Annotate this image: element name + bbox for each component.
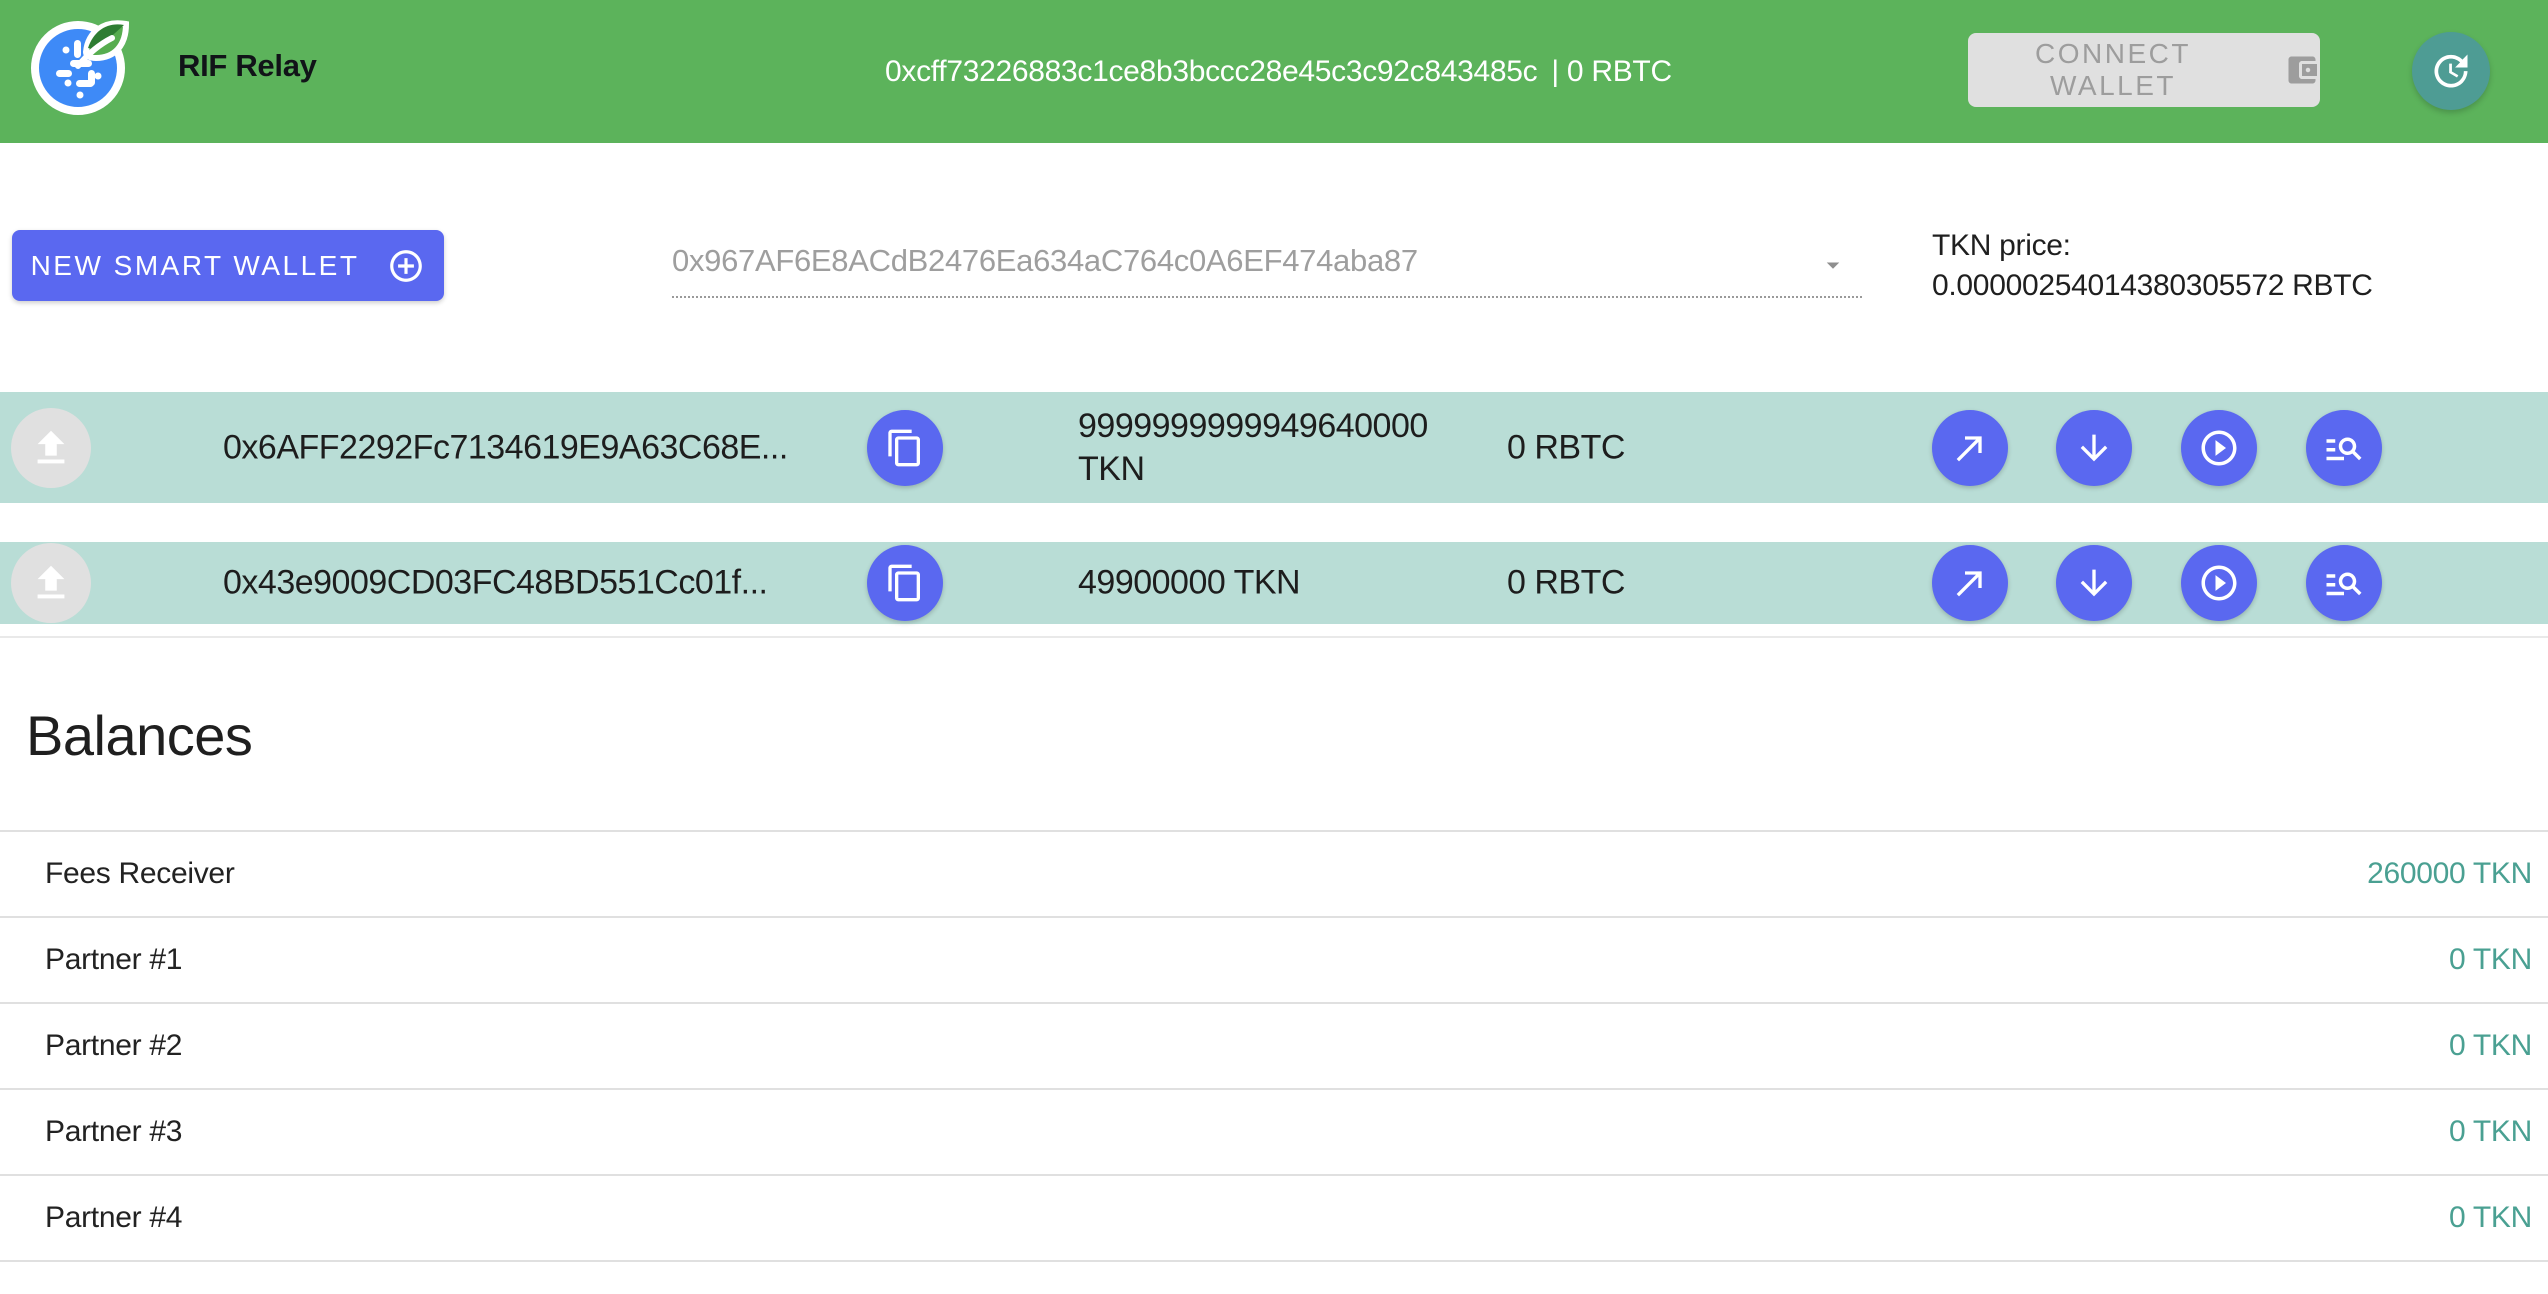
balances-title: Balances — [26, 703, 252, 768]
balance-value: 0 TKN — [2449, 1115, 2532, 1149]
deploy-wallet-button[interactable] — [11, 408, 91, 488]
balance-label: Partner #4 — [45, 1201, 182, 1235]
connect-wallet-label: CONNECT WALLET — [1968, 38, 2258, 102]
balance-label: Partner #3 — [45, 1115, 182, 1149]
transfer-button[interactable] — [1932, 410, 2008, 486]
wallet-address: 0x6AFF2292Fc7134619E9A63C68E... — [223, 428, 788, 467]
refresh-button[interactable] — [2412, 32, 2490, 110]
smart-wallet-row: 0x6AFF2292Fc7134619E9A63C68E... 99999999… — [0, 392, 2548, 503]
copy-icon — [885, 563, 925, 603]
account-balance: | 0 RBTC — [1551, 55, 1671, 89]
balance-value: 0 TKN — [2449, 1029, 2532, 1063]
wallet-token-balance: 9999999999949640000 TKN — [1078, 405, 1498, 491]
refresh-update-icon — [2429, 49, 2473, 93]
upload-deploy-icon — [28, 560, 74, 606]
play-circle-icon — [2198, 427, 2240, 469]
receive-button[interactable] — [2056, 545, 2132, 621]
app-title: RIF Relay — [178, 48, 317, 84]
app-header: RIF Relay 0xcff73226883c1ce8b3bccc28e45c… — [0, 0, 2548, 143]
connected-account: 0xcff73226883c1ce8b3bccc28e45c3c92c84348… — [885, 0, 1672, 143]
wallet-rbtc-balance: 0 RBTC — [1507, 564, 1625, 603]
account-address: 0xcff73226883c1ce8b3bccc28e45c3c92c84348… — [885, 55, 1537, 89]
arrow-down-icon — [2074, 563, 2114, 603]
relay-search-button[interactable] — [2306, 545, 2382, 621]
transfer-button[interactable] — [1932, 545, 2008, 621]
smart-wallet-select[interactable]: 0x967AF6E8ACdB2476Ea634aC764c0A6EF474aba… — [672, 226, 1862, 298]
wallet-address: 0x43e9009CD03FC48BD551Cc01f... — [223, 564, 767, 603]
connect-wallet-button[interactable]: CONNECT WALLET — [1968, 33, 2320, 107]
rif-logo-icon — [30, 14, 134, 118]
selected-wallet-address: 0x967AF6E8ACdB2476Ea634aC764c0A6EF474aba… — [672, 243, 1418, 279]
chevron-down-icon — [1818, 250, 1848, 280]
manage-search-icon — [2323, 427, 2365, 469]
arrow-up-right-icon — [1950, 428, 1990, 468]
copy-icon — [885, 428, 925, 468]
section-divider — [0, 636, 2548, 638]
table-row: Partner #2 0 TKN — [0, 1004, 2548, 1090]
table-row: Partner #1 0 TKN — [0, 918, 2548, 1004]
receive-button[interactable] — [2056, 410, 2132, 486]
manage-search-icon — [2323, 562, 2365, 604]
table-row: Fees Receiver 260000 TKN — [0, 832, 2548, 918]
balance-label: Fees Receiver — [45, 857, 235, 891]
balance-value: 260000 TKN — [2367, 857, 2532, 891]
copy-address-button[interactable] — [867, 545, 943, 621]
table-row: Partner #3 0 TKN — [0, 1090, 2548, 1176]
new-smart-wallet-label: NEW SMART WALLET — [31, 250, 360, 282]
rif-relay-app: RIF Relay 0xcff73226883c1ce8b3bccc28e45c… — [0, 0, 2548, 1294]
wallet-icon — [2284, 52, 2320, 88]
execute-button[interactable] — [2181, 545, 2257, 621]
token-price: TKN price: 0.00000254014380305572 RBTC — [1932, 226, 2373, 306]
play-circle-icon — [2198, 562, 2240, 604]
upload-deploy-icon — [28, 425, 74, 471]
new-smart-wallet-button[interactable]: NEW SMART WALLET — [12, 230, 444, 301]
execute-button[interactable] — [2181, 410, 2257, 486]
relay-search-button[interactable] — [2306, 410, 2382, 486]
brand: RIF Relay — [30, 14, 317, 118]
smart-wallet-row: 0x43e9009CD03FC48BD551Cc01f... 49900000 … — [0, 542, 2548, 624]
add-circle-icon — [387, 247, 425, 285]
balance-value: 0 TKN — [2449, 1201, 2532, 1235]
wallet-token-balance: 49900000 TKN — [1078, 562, 1498, 605]
wallet-rbtc-balance: 0 RBTC — [1507, 428, 1625, 467]
arrow-down-icon — [2074, 428, 2114, 468]
token-price-value: 0.00000254014380305572 RBTC — [1932, 266, 2373, 306]
balances-table: Fees Receiver 260000 TKN Partner #1 0 TK… — [0, 830, 2548, 1262]
balance-value: 0 TKN — [2449, 943, 2532, 977]
copy-address-button[interactable] — [867, 410, 943, 486]
balance-label: Partner #1 — [45, 943, 182, 977]
table-row: Partner #4 0 TKN — [0, 1176, 2548, 1262]
token-price-label: TKN price: — [1932, 226, 2373, 266]
arrow-up-right-icon — [1950, 563, 1990, 603]
deploy-wallet-button[interactable] — [11, 543, 91, 623]
balance-label: Partner #2 — [45, 1029, 182, 1063]
